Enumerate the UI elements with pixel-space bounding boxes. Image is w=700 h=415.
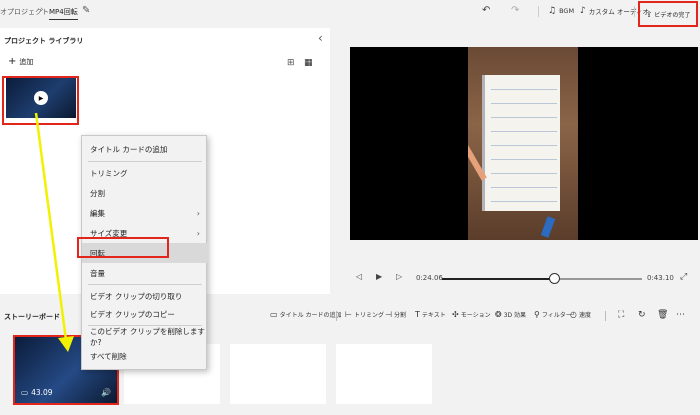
menu-item-label: トリミング: [90, 168, 128, 178]
trim-tool[interactable]: ⊢ トリミング: [345, 310, 384, 319]
collapse-chevron-icon[interactable]: ‹: [318, 31, 323, 45]
music-note-icon: ♫: [548, 6, 557, 16]
filter-icon: ⚲: [534, 310, 540, 319]
tool-label: テキスト: [421, 312, 446, 319]
annotation-highlight-box: [77, 237, 169, 258]
more-options-icon[interactable]: ⋯: [676, 310, 685, 320]
storyboard-empty-slot[interactable]: [336, 344, 432, 404]
text-icon: T: [415, 310, 420, 319]
add-media-label: 追加: [19, 57, 34, 66]
menu-item-label: ビデオ クリップのコピー: [90, 309, 175, 319]
submenu-chevron-icon: ›: [196, 228, 200, 238]
menu-item-label: 編集: [90, 208, 105, 218]
video-frame: [468, 47, 578, 240]
rotate-icon[interactable]: ↻: [638, 310, 646, 320]
menu-item-label: 分割: [90, 188, 105, 198]
fullscreen-icon[interactable]: ⤢: [680, 272, 687, 282]
crop-icon[interactable]: ⛶: [618, 310, 624, 320]
add-title-card-tool[interactable]: ▭ タイトル カードの追加: [270, 310, 341, 319]
split-icon: ⊣: [385, 310, 392, 319]
audio-icon: ♪: [580, 6, 586, 16]
title-bar: オプロジェクト › MP4回転 ✎ ↶ ↷ ♫ BGM ♪ カスタム オーディオ: [0, 0, 700, 24]
pen-image: [540, 216, 556, 238]
delete-icon[interactable]: 🗑: [657, 310, 668, 320]
toolbar-divider: [538, 6, 539, 17]
play-button-icon[interactable]: ▶: [376, 272, 382, 281]
list-view-icon[interactable]: ▦: [304, 58, 313, 68]
menu-item-volume[interactable]: 音量: [82, 263, 208, 283]
plus-icon: +: [8, 56, 17, 67]
film-icon: ▭: [21, 388, 29, 397]
storyboard-empty-slot[interactable]: [230, 344, 326, 404]
seek-bar[interactable]: [442, 278, 642, 280]
toolbar-divider: [634, 6, 635, 17]
toolbar-divider: [336, 311, 337, 321]
rewind-icon[interactable]: ◁: [356, 272, 362, 281]
seek-bar-progress: [442, 278, 554, 280]
3d-effects-tool[interactable]: ❂ 3D 効果: [495, 310, 526, 319]
library-title: プロジェクト ライブラリ: [4, 37, 84, 45]
tool-label: フィルター: [541, 312, 572, 319]
motion-tool[interactable]: ✣ モーション: [452, 310, 491, 319]
speed-icon: ◴: [570, 310, 577, 319]
text-tool[interactable]: T テキスト: [415, 310, 446, 319]
clip-duration: ▭ 43.09: [21, 388, 53, 397]
volume-icon[interactable]: 🔊: [101, 388, 111, 397]
tool-label: 3D 効果: [503, 312, 527, 319]
rename-pencil-icon[interactable]: ✎: [82, 5, 90, 16]
tool-label: 速度: [578, 312, 591, 319]
menu-item-label: このビデオ クリップを削除しますか?: [90, 327, 205, 347]
title-card-icon: ▭: [270, 310, 278, 319]
tool-label: タイトル カードの追加: [279, 312, 342, 319]
menu-item-label: タイトル カードの追加: [90, 144, 168, 154]
menu-item-add-title-card[interactable]: タイトル カードの追加: [82, 139, 208, 159]
current-time: 0:24.06: [416, 274, 443, 282]
menu-item-trim[interactable]: トリミング: [82, 163, 208, 183]
menu-item-delete-all[interactable]: すべて削除: [82, 346, 208, 366]
menu-item-split[interactable]: 分割: [82, 183, 208, 203]
bgm-button[interactable]: ♫ BGM: [548, 4, 574, 18]
submenu-chevron-icon: ›: [196, 208, 200, 218]
project-name[interactable]: MP4回転: [49, 7, 78, 20]
tool-label: トリミング: [353, 312, 384, 319]
forward-icon[interactable]: ▷: [396, 272, 402, 281]
bgm-label: BGM: [559, 7, 575, 15]
redo-icon[interactable]: ↷: [511, 5, 519, 16]
menu-item-edit[interactable]: 編集 ›: [82, 203, 208, 223]
undo-icon[interactable]: ↶: [482, 5, 490, 16]
filters-tool[interactable]: ⚲ フィルター: [534, 310, 572, 319]
3d-effects-icon: ❂: [495, 310, 502, 319]
tool-label: 分割: [393, 312, 406, 319]
playback-controls: ◁ ▶ ▷ 0:24.06 0:43.10 ⤢: [350, 270, 698, 288]
menu-item-copy-clip[interactable]: ビデオ クリップのコピー: [82, 304, 208, 324]
menu-item-cut-clip[interactable]: ビデオ クリップの切り取り: [82, 286, 208, 306]
add-media-button[interactable]: + 追加: [8, 56, 33, 67]
clip-duration-value: 43.09: [31, 388, 53, 397]
motion-icon: ✣: [452, 310, 459, 319]
menu-item-label: すべて削除: [90, 351, 127, 361]
split-tool[interactable]: ⊣ 分割: [385, 310, 406, 319]
tool-label: モーション: [460, 312, 491, 319]
notebook-image: [482, 75, 560, 211]
end-time: 0:43.10: [647, 274, 674, 282]
toolbar-divider: [605, 311, 606, 321]
finish-video-label: ビデオの完了: [654, 11, 691, 19]
video-preview: [350, 47, 698, 240]
menu-separator: [88, 161, 202, 162]
speed-tool[interactable]: ◴ 速度: [570, 310, 591, 319]
breadcrumb-separator: ›: [40, 5, 44, 15]
storyboard-label: ストーリーボード: [4, 313, 60, 321]
annotation-highlight-box: [2, 76, 79, 125]
menu-item-delete-clip[interactable]: このビデオ クリップを削除しますか?: [82, 327, 208, 347]
seek-bar-thumb[interactable]: [549, 273, 560, 284]
menu-item-label: ビデオ クリップの切り取り: [90, 291, 183, 301]
menu-item-label: 音量: [90, 268, 105, 278]
menu-separator: [88, 284, 202, 285]
trim-icon: ⊢: [345, 310, 352, 319]
grid-view-icon[interactable]: ⊞: [287, 58, 295, 68]
finish-video-button[interactable]: ⇪ ビデオの完了: [638, 1, 698, 27]
export-icon: ⇪: [645, 9, 653, 19]
